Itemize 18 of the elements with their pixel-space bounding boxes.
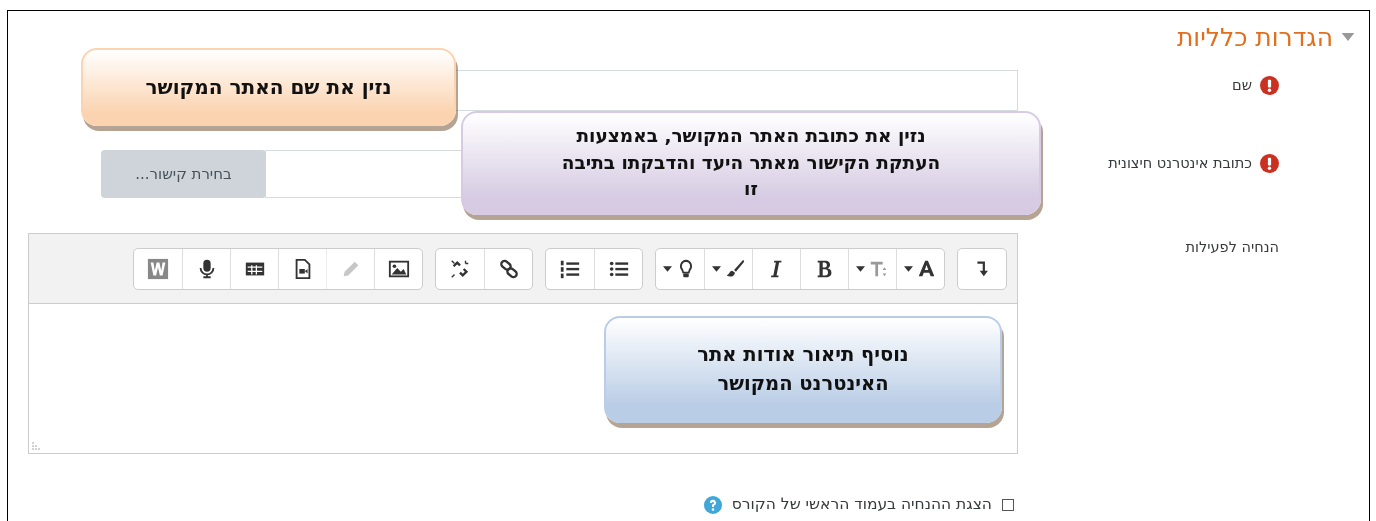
link-icon [497, 257, 520, 280]
field-label: שם [1232, 76, 1252, 95]
callout-tooltip: נזין את שם האתר המקושר [81, 48, 456, 126]
collapse-toggle-icon[interactable] [1341, 33, 1355, 43]
section-title: הגדרות כלליות [1176, 22, 1333, 54]
field-label: כתובת אינטרנט חיצונית [1108, 154, 1252, 173]
checkbox[interactable] [1002, 498, 1014, 511]
caret-icon [663, 265, 672, 272]
caret-icon [855, 265, 865, 272]
checkbox-label: הצגת ההנחיה בעמוד הראשי של הקורס [731, 494, 992, 515]
caret-icon [711, 265, 721, 272]
resize-handle-icon [32, 442, 40, 450]
word-icon [147, 257, 169, 280]
field-label: הנחיה לפעילות [1185, 238, 1279, 257]
callout-tooltip: נזין את כתובת האתר המקושר, באמצעות העתקת הקישור מאתר היעד והדבקתו בתיבה זו [461, 111, 1041, 215]
callout-tooltip: נוסיף תיאור אודות אתר האינטרנט המקושר [604, 316, 1002, 423]
choose-link-button[interactable]: בחירת קישור... [101, 150, 266, 198]
caret-icon [903, 265, 913, 272]
